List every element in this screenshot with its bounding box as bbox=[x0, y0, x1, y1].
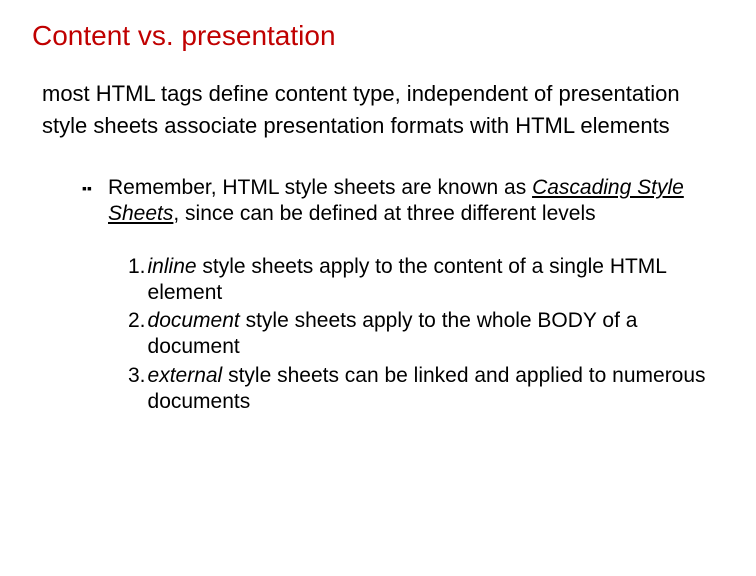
list-item: 3. external style sheets can be linked a… bbox=[128, 363, 726, 416]
list-rest: style sheets can be linked and applied t… bbox=[148, 364, 706, 413]
list-em: external bbox=[148, 364, 223, 387]
list-rest: style sheets apply to the content of a s… bbox=[148, 255, 667, 304]
list-text: inline style sheets apply to the content… bbox=[146, 254, 726, 307]
slide: Content vs. presentation most HTML tags … bbox=[0, 0, 756, 576]
paragraph-2: style sheets associate presentation form… bbox=[30, 112, 726, 140]
paragraph-1-text: most HTML tags define content type, inde… bbox=[42, 80, 726, 108]
bullet-pre: Remember, HTML style sheets are known as bbox=[108, 176, 532, 199]
list-em: document bbox=[148, 309, 240, 332]
slide-title: Content vs. presentation bbox=[30, 20, 726, 52]
numbered-list: 1. inline style sheets apply to the cont… bbox=[128, 254, 726, 416]
list-item: 1. inline style sheets apply to the cont… bbox=[128, 254, 726, 307]
list-text: external style sheets can be linked and … bbox=[146, 363, 726, 416]
bullet-text: Remember, HTML style sheets are known as… bbox=[108, 175, 726, 228]
paragraph-1: most HTML tags define content type, inde… bbox=[30, 80, 726, 108]
list-number: 3. bbox=[128, 363, 146, 416]
list-number: 2. bbox=[128, 308, 146, 361]
list-number: 1. bbox=[128, 254, 146, 307]
bullet-block: ▪▪ Remember, HTML style sheets are known… bbox=[82, 175, 726, 228]
square-bullet-icon: ▪▪ bbox=[82, 175, 108, 228]
bullet-item: ▪▪ Remember, HTML style sheets are known… bbox=[82, 175, 726, 228]
paragraph-2-text: style sheets associate presentation form… bbox=[42, 112, 726, 140]
list-em: inline bbox=[148, 255, 197, 278]
list-item: 2. document style sheets apply to the wh… bbox=[128, 308, 726, 361]
list-text: document style sheets apply to the whole… bbox=[146, 308, 726, 361]
bullet-post: , since can be defined at three differen… bbox=[173, 202, 595, 225]
